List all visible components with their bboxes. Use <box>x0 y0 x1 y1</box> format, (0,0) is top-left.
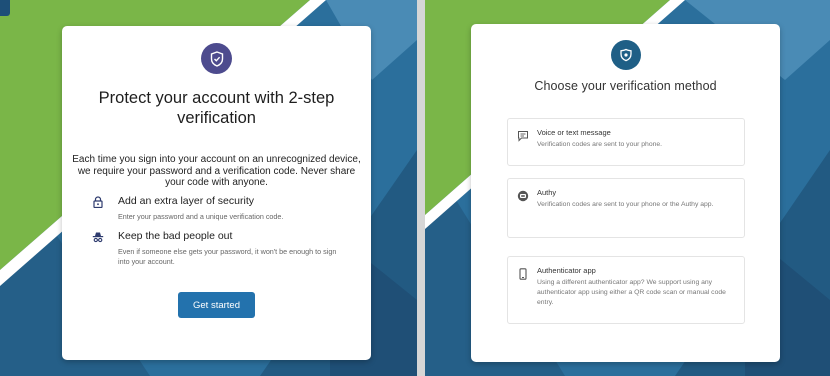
shield-icon <box>611 40 641 70</box>
shield-check-icon <box>201 43 232 74</box>
method-description: Verification codes are sent to your phon… <box>537 201 714 208</box>
method-title: Authy <box>537 188 557 197</box>
method-option-authy[interactable]: Authy Verification codes are sent to you… <box>507 178 745 238</box>
phone-icon <box>519 268 527 280</box>
method-selection-screen: Choose your verification method Voice or… <box>425 0 830 376</box>
method-card: Choose your verification method Voice or… <box>471 24 780 362</box>
authy-icon <box>517 190 529 202</box>
chat-icon <box>518 131 528 142</box>
page-title: Choose your verification method <box>534 79 717 93</box>
lock-icon <box>93 196 103 208</box>
get-started-button[interactable]: Get started <box>178 292 255 318</box>
method-description: Verification codes are sent to your phon… <box>537 141 663 148</box>
benefit-title: Add an extra layer of security <box>118 195 254 207</box>
benefit-title: Keep the bad people out <box>118 230 233 242</box>
intro-text: Each time you sign into your account on … <box>72 154 361 188</box>
method-option-authenticator-app[interactable]: Authenticator app Using a different auth… <box>507 256 745 324</box>
method-title: Voice or text message <box>537 128 611 137</box>
intro-screen: Protect your account with 2-step verific… <box>0 0 417 376</box>
benefit-description: Even if someone else gets your password,… <box>118 247 337 266</box>
page-title: Protect your account with 2-step verific… <box>98 89 335 127</box>
method-option-voice-text[interactable]: Voice or text message Verification codes… <box>507 118 745 166</box>
method-title: Authenticator app <box>537 266 596 275</box>
incognito-icon <box>92 232 104 243</box>
method-description: Using a different authenticator app? We … <box>537 279 726 306</box>
intro-card: Protect your account with 2-step verific… <box>62 26 371 360</box>
benefit-description: Enter your password and a unique verific… <box>118 212 284 221</box>
corner-tab <box>0 0 10 16</box>
